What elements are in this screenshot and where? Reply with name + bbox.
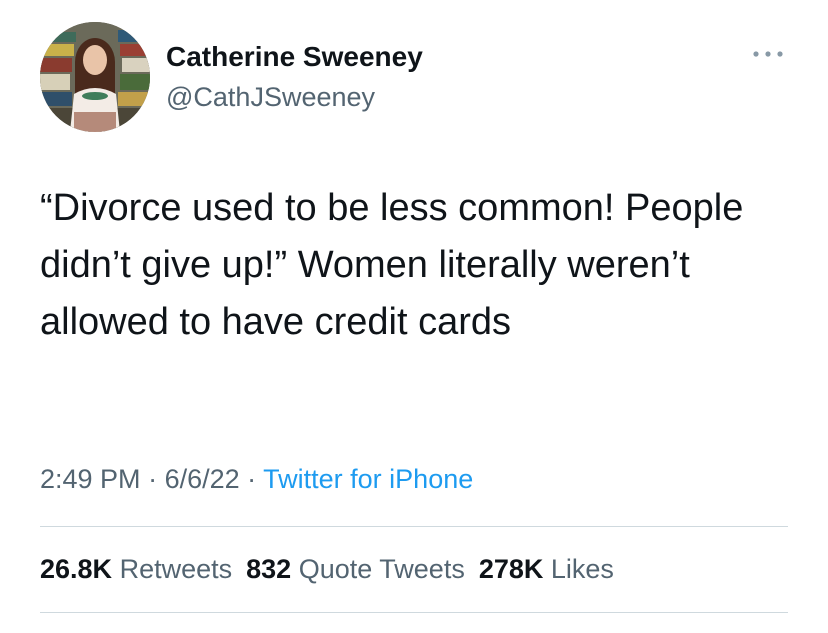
more-options-button[interactable] [748, 38, 788, 70]
tweet-stats: 26.8K Retweets 832 Quote Tweets 278K Likes [40, 552, 614, 586]
tweet-text: “Divorce used to be less common! People … [40, 187, 744, 343]
author-display-name[interactable]: Catherine Sweeney [166, 40, 423, 74]
retweets-count: 26.8K [40, 554, 113, 584]
meta-separator: · [239, 464, 264, 494]
retweets-stat[interactable]: 26.8K Retweets [40, 554, 232, 584]
divider [40, 526, 788, 527]
quote-tweets-count: 832 [246, 554, 292, 584]
tweet-meta: 2:49 PM · 6/6/22 · Twitter for iPhone [40, 462, 473, 496]
tweet-date[interactable]: 6/6/22 [165, 464, 240, 494]
profile-photo [40, 22, 150, 132]
more-horizontal-icon [753, 51, 783, 57]
tweet-source-link[interactable]: Twitter for iPhone [263, 464, 473, 494]
quote-tweets-label: Quote Tweets [298, 554, 465, 584]
author-avatar[interactable] [40, 22, 150, 132]
likes-count: 278K [478, 554, 544, 584]
likes-label: Likes [550, 554, 614, 584]
meta-separator: · [140, 464, 165, 494]
author-handle[interactable]: @CathJSweeney [166, 80, 375, 114]
divider [40, 612, 788, 613]
likes-stat[interactable]: 278K Likes [479, 554, 614, 584]
tweet-time[interactable]: 2:49 PM [40, 464, 141, 494]
quote-tweets-stat[interactable]: 832 Quote Tweets [246, 554, 465, 584]
retweets-label: Retweets [119, 554, 233, 584]
